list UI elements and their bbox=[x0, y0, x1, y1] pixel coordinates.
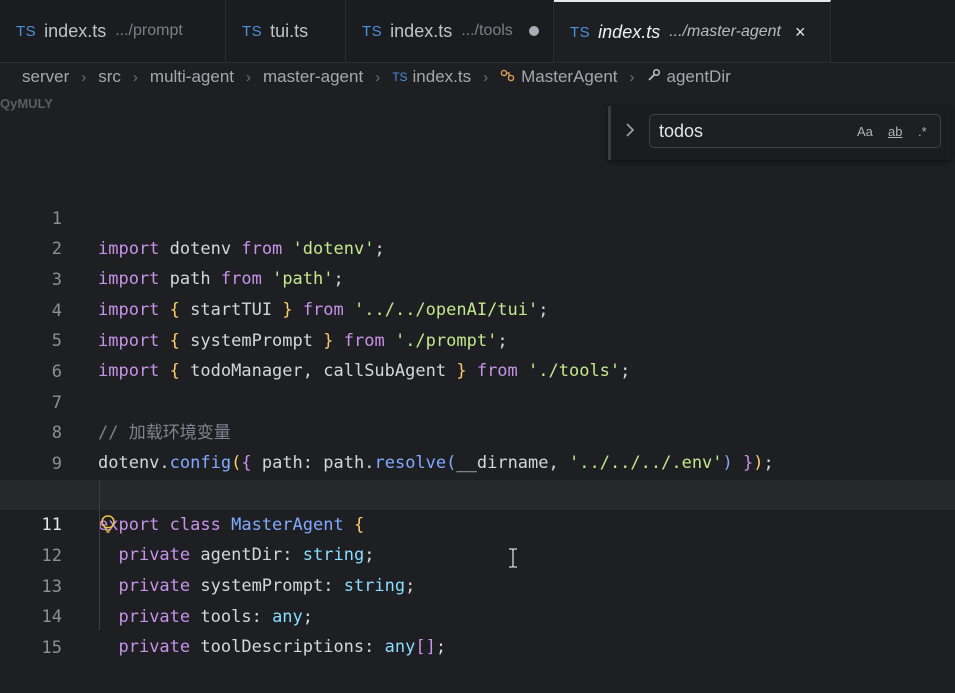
line-number: 15 bbox=[41, 638, 62, 658]
breadcrumb-separator: › bbox=[375, 68, 381, 86]
code-line: 14 private toolDescriptions: any[]; bbox=[0, 572, 955, 657]
code-line: 1 import dotenv from 'dotenv'; bbox=[0, 174, 955, 259]
unsaved-dot-icon[interactable] bbox=[528, 26, 539, 36]
chevron-right-icon[interactable] bbox=[625, 122, 635, 143]
breadcrumb-index-ts[interactable]: index.ts bbox=[413, 67, 472, 87]
typescript-icon: TS bbox=[242, 22, 263, 40]
tab-path: .../tools bbox=[461, 22, 513, 39]
breadcrumb-master-agent[interactable]: master-agent bbox=[263, 67, 363, 87]
overlay-ghost-text: QyMULY bbox=[0, 96, 53, 111]
typescript-icon: TS bbox=[392, 70, 408, 84]
code-line: 12 private systemPrompt: string; bbox=[0, 511, 955, 596]
indent-guide bbox=[99, 480, 100, 630]
find-input[interactable]: todos bbox=[659, 121, 703, 142]
typescript-icon: TS bbox=[16, 22, 37, 40]
tab-index-prompt[interactable]: TS index.ts .../prompt bbox=[0, 0, 226, 62]
code-line: 2 import path from 'path'; bbox=[0, 204, 955, 289]
tab-label: index.ts bbox=[598, 21, 661, 42]
code-line: 10 export class MasterAgent { bbox=[0, 450, 955, 535]
breadcrumb-separator: › bbox=[246, 68, 252, 86]
code-line: 4 import { systemPrompt } from './prompt… bbox=[0, 266, 955, 351]
code-line: 9 bbox=[0, 419, 955, 474]
breadcrumb: server › src › multi-agent › master-agen… bbox=[22, 64, 731, 90]
tab-index-master-agent[interactable]: TS index.ts .../master-agent × bbox=[554, 0, 831, 62]
whole-word-icon[interactable]: ab bbox=[888, 124, 902, 139]
text-cursor-icon bbox=[506, 548, 520, 568]
breadcrumb-multi-agent[interactable]: multi-agent bbox=[150, 67, 234, 87]
tab-path: .../prompt bbox=[115, 22, 183, 39]
code-line: 13 private tools: any; bbox=[0, 542, 955, 627]
code-line: 15 bbox=[0, 603, 955, 658]
code-line: 8 dotenv.config({ path: path.resolve(__d… bbox=[0, 388, 955, 473]
breadcrumb-separator: › bbox=[132, 68, 138, 86]
tab-tui[interactable]: TS tui.ts bbox=[226, 0, 346, 62]
lightbulb-icon[interactable] bbox=[100, 514, 116, 534]
code-line: 6 bbox=[0, 327, 955, 382]
breadcrumb-server[interactable]: server bbox=[22, 67, 69, 87]
find-input-box[interactable]: todos Aa ab .* bbox=[649, 114, 941, 148]
code-line: 3 import { startTUI } from '../../openAI… bbox=[0, 235, 955, 320]
code-text: private toolDescriptions: any[]; bbox=[118, 637, 447, 657]
typescript-icon: TS bbox=[570, 23, 591, 41]
wrench-icon bbox=[647, 68, 661, 86]
code-line: 5 import { todoManager, callSubAgent } f… bbox=[0, 296, 955, 381]
tab-label: index.ts bbox=[390, 20, 453, 41]
tab-label: index.ts bbox=[44, 20, 107, 41]
breadcrumb-masteragent[interactable]: MasterAgent bbox=[521, 67, 617, 87]
breadcrumb-agentdir[interactable]: agentDir bbox=[667, 67, 731, 87]
breadcrumb-separator: › bbox=[629, 68, 635, 86]
tab-path: .../master-agent bbox=[669, 23, 781, 40]
tab-index-tools[interactable]: TS index.ts .../tools bbox=[346, 0, 554, 62]
code-line-current: 11 private agentDir: string; bbox=[0, 480, 955, 565]
breadcrumb-src[interactable]: src bbox=[98, 67, 121, 87]
regex-icon[interactable]: .* bbox=[918, 124, 927, 139]
typescript-icon: TS bbox=[362, 22, 383, 40]
breadcrumb-separator: › bbox=[483, 68, 489, 86]
symbol-class-icon bbox=[500, 68, 515, 86]
match-case-icon[interactable]: Aa bbox=[857, 124, 873, 139]
breadcrumb-separator: › bbox=[81, 68, 87, 86]
close-icon[interactable]: × bbox=[795, 22, 806, 43]
find-widget: todos Aa ab .* bbox=[608, 106, 951, 160]
tab-bar: TS index.ts .../prompt TS tui.ts TS inde… bbox=[0, 0, 955, 63]
code-line: 7 // 加载环境变量 bbox=[0, 358, 955, 443]
tab-label: tui.ts bbox=[270, 20, 309, 41]
